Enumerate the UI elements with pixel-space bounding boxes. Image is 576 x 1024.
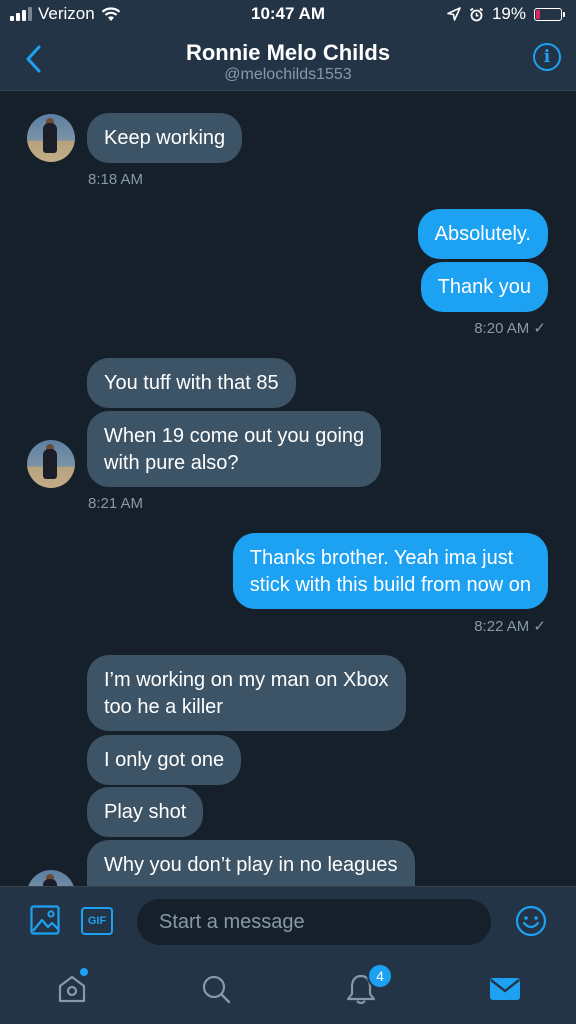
battery-icon	[534, 7, 565, 21]
message-timestamp: 8:21 AM	[88, 495, 144, 512]
message-thread[interactable]: Keep working 8:18 AM Absolutely. Thank y…	[0, 90, 576, 886]
contact-handle: @melochilds1553	[224, 66, 352, 83]
message-timestamp: 8:20 AM ✓	[474, 320, 546, 337]
message-line: stick with this build from now on	[249, 574, 531, 596]
messages-icon[interactable]	[488, 972, 522, 1006]
message-input[interactable]	[137, 899, 491, 945]
status-right: 19%	[447, 4, 565, 24]
incoming-message[interactable]: I’m working on my man on Xbox too he a k…	[87, 655, 406, 731]
battery-percent: 19%	[491, 4, 526, 23]
message-line: too he a killer	[104, 696, 223, 718]
message-line: I’m working on my man on Xbox	[104, 669, 389, 691]
message-line: with pure also?	[104, 452, 239, 474]
avatar[interactable]	[27, 870, 75, 886]
incoming-message[interactable]: I only got one	[87, 735, 242, 785]
avatar[interactable]	[27, 440, 75, 488]
emoji-icon[interactable]	[515, 905, 547, 937]
outgoing-message[interactable]: Absolutely.	[417, 209, 548, 259]
gif-icon[interactable]: GIF	[81, 907, 113, 935]
incoming-message[interactable]: When 19 come out you going with pure als…	[87, 411, 382, 487]
incoming-message[interactable]: Keep working	[87, 113, 243, 163]
incoming-message[interactable]: Play shot	[87, 787, 204, 837]
message-timestamp: 8:18 AM	[88, 171, 144, 188]
message-line: Thanks brother. Yeah ima just	[249, 547, 514, 569]
message-timestamp: 8:22 AM ✓	[474, 618, 546, 635]
location-icon	[447, 7, 461, 21]
notifications-badge: 4	[367, 963, 393, 989]
contact-name[interactable]: Ronnie Melo Childs	[0, 40, 576, 66]
image-icon[interactable]	[30, 905, 60, 935]
info-icon[interactable]: i	[533, 43, 561, 71]
home-new-dot	[80, 968, 88, 976]
search-icon[interactable]	[199, 972, 233, 1006]
home-icon[interactable]	[55, 972, 89, 1006]
message-composer: GIF	[0, 886, 576, 957]
battery-level	[536, 9, 540, 19]
avatar[interactable]	[27, 114, 75, 162]
message-line: When 19 come out you going	[104, 425, 365, 447]
outgoing-message[interactable]: Thanks brother. Yeah ima just stick with…	[232, 533, 548, 609]
outgoing-message[interactable]: Thank you	[420, 262, 548, 312]
status-bar: Verizon 10:47 AM 19%	[0, 0, 576, 30]
incoming-message[interactable]: Why you don’t play in no leagues	[87, 840, 415, 886]
alarm-icon	[469, 7, 484, 21]
conversation-header: Ronnie Melo Childs @melochilds1553 i	[0, 30, 576, 91]
incoming-message[interactable]: You tuff with that 85	[87, 358, 296, 408]
tab-bar	[0, 956, 576, 1024]
